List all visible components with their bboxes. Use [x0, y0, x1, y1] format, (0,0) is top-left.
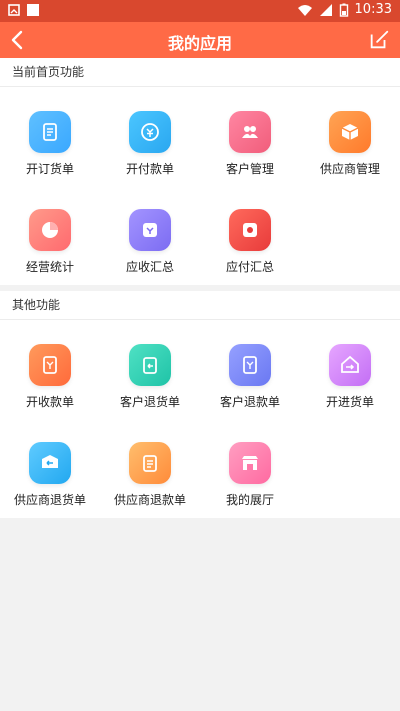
customers-icon — [229, 111, 271, 153]
app-item[interactable]: 应付汇总 — [200, 187, 300, 285]
app-label: 我的展厅 — [225, 493, 274, 507]
app-item[interactable]: 客户退款单 — [200, 322, 300, 420]
showroom-icon — [229, 442, 271, 484]
app-list: 当前首页功能 开订货单 开付款单 客户管理 供应商管理经营统计 应收汇总 应付汇总 其他功… — [0, 58, 400, 518]
notification-square-icon — [27, 4, 39, 16]
app-item[interactable]: 开进货单 — [300, 322, 400, 420]
section-home: 当前首页功能 开订货单 开付款单 客户管理 供应商管理经营统计 应收汇总 应付汇总 — [0, 58, 400, 285]
app-item[interactable]: 客户管理 — [200, 89, 300, 187]
receipt-icon — [29, 344, 71, 386]
app-item[interactable]: 供应商退款单 — [100, 420, 200, 518]
payment-icon — [129, 111, 171, 153]
app-label: 开进货单 — [325, 395, 374, 409]
customer-refund-icon — [229, 344, 271, 386]
customer-return-goods-icon — [129, 344, 171, 386]
receivable-icon — [129, 209, 171, 251]
supplier-return-goods-icon — [29, 442, 71, 484]
app-label: 客户退款单 — [219, 395, 280, 409]
app-item[interactable]: 客户退货单 — [100, 322, 200, 420]
app-label: 开订货单 — [25, 162, 74, 176]
app-label: 客户退货单 — [119, 395, 180, 409]
section-title: 当前首页功能 — [0, 58, 400, 87]
battery-icon — [339, 3, 348, 17]
status-bar: 10:33 — [0, 0, 400, 22]
payable-icon — [229, 209, 271, 251]
app-label: 开付款单 — [125, 162, 174, 176]
pie-chart-icon — [29, 209, 71, 251]
app-item[interactable]: 经营统计 — [0, 187, 100, 285]
app-item[interactable]: 应收汇总 — [100, 187, 200, 285]
status-time: 10:33 — [354, 2, 392, 17]
app-label: 开收款单 — [25, 395, 74, 409]
app-grid: 开收款单 客户退货单 客户退款单 开进货单供应商退货单 供应商退款单 我的展厅 — [0, 320, 400, 518]
section-other: 其他功能 开收款单 客户退货单 客户退款单 开进货单供应商退货单 供应商退款单 我的展厅 — [0, 291, 400, 518]
signal-icon — [319, 3, 332, 16]
app-label: 供应商退款单 — [113, 493, 186, 507]
supplier-box-icon — [329, 111, 371, 153]
order-icon — [29, 111, 71, 153]
section-title: 其他功能 — [0, 291, 400, 320]
app-item[interactable]: 我的展厅 — [200, 420, 300, 518]
purchase-in-icon — [329, 344, 371, 386]
app-grid: 开订货单 开付款单 客户管理 供应商管理经营统计 应收汇总 应付汇总 — [0, 87, 400, 285]
notification-image-icon — [8, 4, 20, 16]
app-item[interactable]: 开付款单 — [100, 89, 200, 187]
wifi-icon — [297, 4, 312, 16]
app-item[interactable]: 开订货单 — [0, 89, 100, 187]
edit-icon[interactable] — [368, 29, 390, 51]
supplier-refund-icon — [129, 442, 171, 484]
app-bar: 我的应用 — [0, 22, 400, 58]
app-item[interactable]: 开收款单 — [0, 322, 100, 420]
app-label: 客户管理 — [225, 162, 274, 176]
app-label: 应收汇总 — [125, 260, 174, 274]
page-title: 我的应用 — [167, 34, 232, 53]
app-label: 供应商退货单 — [13, 493, 86, 507]
app-item[interactable]: 供应商退货单 — [0, 420, 100, 518]
app-label: 供应商管理 — [319, 162, 380, 176]
app-item[interactable]: 供应商管理 — [300, 89, 400, 187]
app-label: 经营统计 — [25, 260, 74, 274]
app-label: 应付汇总 — [225, 260, 274, 274]
